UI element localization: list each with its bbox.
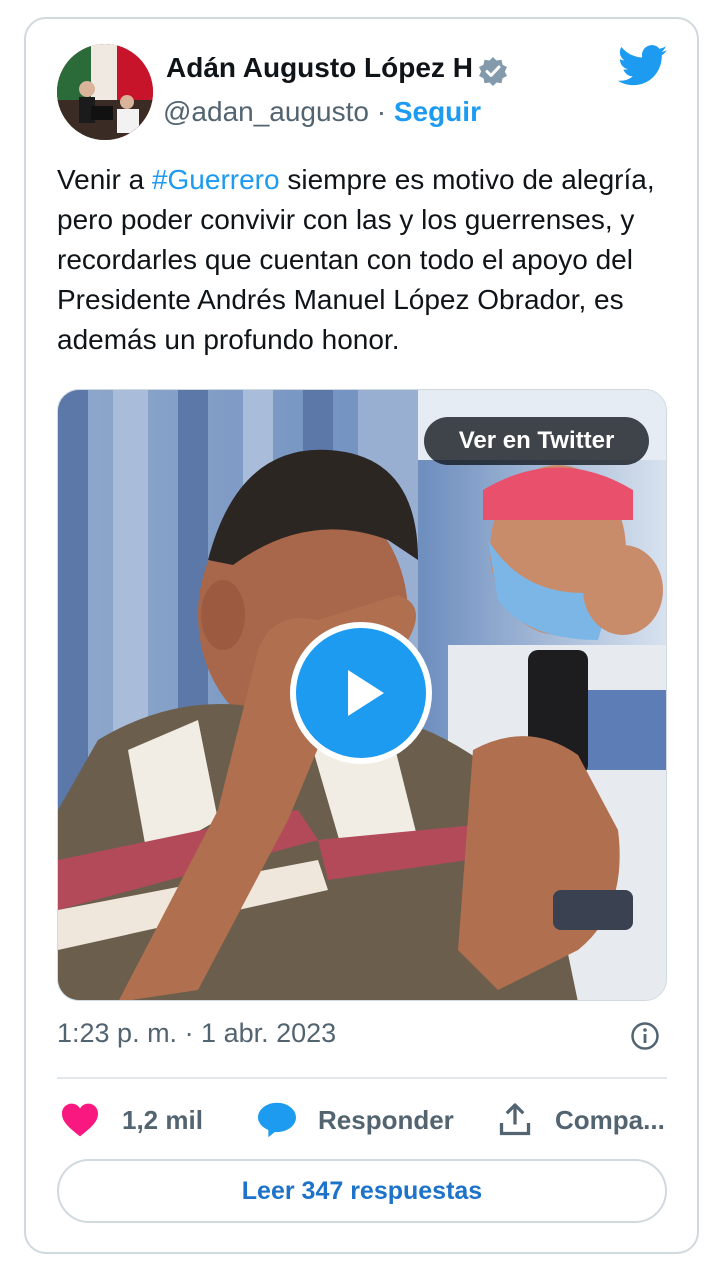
heart-icon <box>62 1103 98 1137</box>
author-handle-row: @adan_augusto · Seguir <box>163 96 481 128</box>
reply-action-button[interactable]: Responder <box>256 1095 454 1145</box>
follow-button[interactable]: Seguir <box>394 96 481 127</box>
play-video-button[interactable] <box>290 622 432 764</box>
tweet-timestamp[interactable]: 1:23 p. m. · 1 abr. 2023 <box>57 1018 336 1049</box>
info-icon[interactable] <box>630 1021 660 1051</box>
read-replies-button[interactable]: Leer 347 respuestas <box>57 1159 667 1223</box>
reply-bubble-icon <box>258 1102 296 1138</box>
verified-badge-icon <box>479 57 507 86</box>
tweet-text: Venir a #Guerrero siempre es motivo de a… <box>57 160 677 360</box>
reply-label: Responder <box>318 1104 454 1135</box>
share-label: Compa... <box>555 1104 665 1135</box>
like-button[interactable]: 1,2 mil <box>60 1095 203 1145</box>
separator-dot: · <box>376 96 387 127</box>
author-handle[interactable]: @adan_augusto <box>163 96 369 127</box>
twitter-bird-icon[interactable] <box>618 45 668 87</box>
view-on-twitter-button[interactable]: Ver en Twitter <box>424 417 649 465</box>
share-button[interactable]: Compa... <box>497 1095 665 1145</box>
author-name[interactable]: Adán Augusto López H <box>166 52 473 84</box>
divider <box>57 1077 667 1079</box>
play-icon <box>348 670 384 716</box>
like-count: 1,2 mil <box>122 1104 203 1135</box>
hashtag-link[interactable]: #Guerrero <box>152 164 280 195</box>
share-icon <box>499 1103 531 1136</box>
tweet-text-prefix: Venir a <box>57 164 152 195</box>
author-avatar[interactable] <box>57 44 153 140</box>
